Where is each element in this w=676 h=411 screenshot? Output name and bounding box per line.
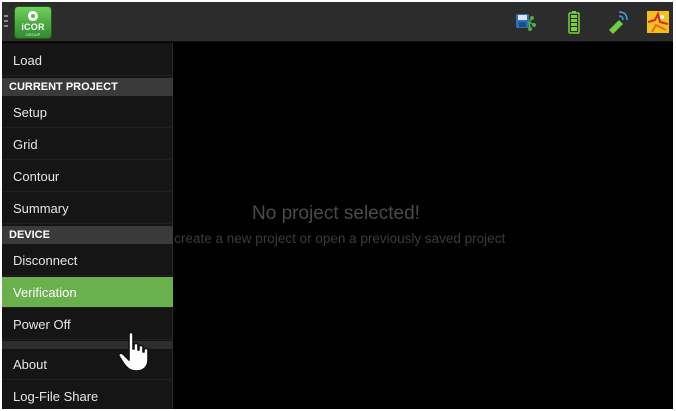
drawer-item-disconnect[interactable]: Disconnect <box>2 245 173 276</box>
section-header-current-project: CURRENT PROJECT <box>2 78 173 96</box>
map-icon[interactable] <box>646 10 670 34</box>
drawer-item-grid[interactable]: Grid <box>2 129 173 160</box>
action-bar: iCOR GROUP <box>2 2 673 42</box>
empty-state-subtitle: e create a new project or open a previou… <box>173 231 673 246</box>
empty-state-title: No project selected! <box>252 203 420 224</box>
drawer-item-verification[interactable]: Verification <box>2 277 173 308</box>
app-window: iCOR GROUP Load CURRENT PROJECT Setup Gr… <box>2 2 673 409</box>
wireless-signal-icon[interactable] <box>605 10 629 34</box>
drawer-item-load[interactable]: Load <box>2 45 173 76</box>
drawer-item-log-file-share[interactable]: Log-File Share <box>2 381 173 409</box>
hand-pointer-icon <box>118 331 149 372</box>
app-logo[interactable]: iCOR GROUP <box>14 6 52 39</box>
section-header-device: DEVICE <box>2 226 173 244</box>
battery-icon[interactable] <box>562 10 586 34</box>
logo-text: iCOR <box>21 22 45 32</box>
drawer-item-summary[interactable]: Summary <box>2 193 173 224</box>
empty-state-subtitle-text: e create a new project or open a previou… <box>173 231 506 246</box>
drawer-item-contour[interactable]: Contour <box>2 161 173 192</box>
drawer-item-setup[interactable]: Setup <box>2 97 173 128</box>
navigation-drawer: Load CURRENT PROJECT Setup Grid Contour … <box>2 43 173 409</box>
drawer-toggle-icon[interactable] <box>4 15 8 27</box>
logo-mark-icon <box>28 11 38 21</box>
logo-subtext: GROUP <box>25 32 41 37</box>
save-network-icon[interactable] <box>513 10 537 34</box>
